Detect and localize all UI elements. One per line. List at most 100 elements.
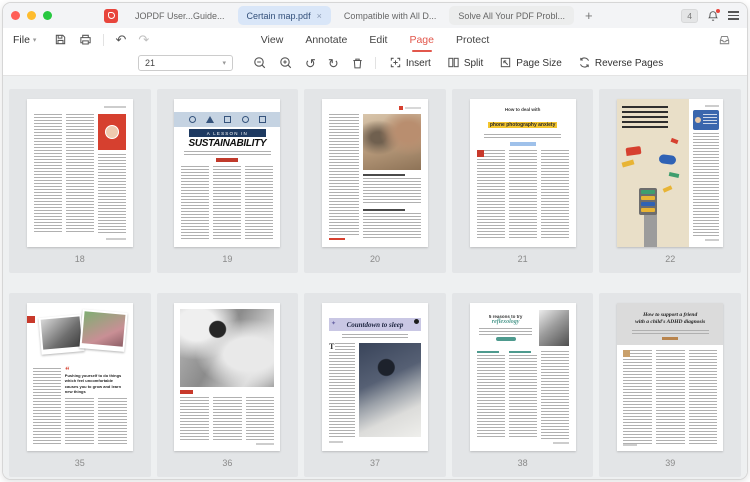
tab-compatible[interactable]: Compatible with All D... xyxy=(335,6,446,25)
text-column-placeholder xyxy=(656,350,685,444)
page-21-thumbnail[interactable]: How to deal with phone photography anxie… xyxy=(470,99,576,247)
menu-edit[interactable]: Edit xyxy=(369,34,387,46)
rotate-right-icon[interactable]: ↻ xyxy=(328,57,339,70)
tab-label: Certain map.pdf xyxy=(247,11,311,21)
split-button[interactable]: Split xyxy=(447,56,483,71)
confetti-green xyxy=(669,172,680,178)
page-toolbar: 21 ▾ ↺ ↻ Insert Split xyxy=(3,51,747,76)
file-menu-button[interactable]: File ▾ xyxy=(13,34,36,46)
page-cell-20[interactable]: 20 xyxy=(304,89,446,273)
page-19-thumbnail[interactable]: A LESSON IN SUSTAINABILITY xyxy=(174,99,280,247)
print-icon[interactable] xyxy=(79,33,92,46)
chevron-down-icon: ▾ xyxy=(33,36,37,44)
menu-protect[interactable]: Protect xyxy=(456,34,489,46)
redo-icon[interactable]: ↷ xyxy=(138,33,149,46)
menu-view[interactable]: View xyxy=(261,34,284,46)
app-logo-icon xyxy=(104,9,118,23)
page-22-thumbnail[interactable] xyxy=(617,99,723,247)
text-column-placeholder xyxy=(180,397,209,440)
close-window-button[interactable] xyxy=(11,11,20,20)
page-cell-35[interactable]: “ Pushing yourself to do things which fe… xyxy=(9,293,151,477)
subtitle-placeholder xyxy=(632,330,709,335)
save-icon[interactable] xyxy=(54,33,67,46)
page-36-thumbnail[interactable] xyxy=(174,303,280,451)
text-column-placeholder xyxy=(477,355,505,439)
text-column-placeholder xyxy=(65,398,94,445)
page-cell-38[interactable]: 5 reasons to try reflexology 3 xyxy=(452,293,594,477)
app-window: JOPDF User...Guide... Certain map.pdf × … xyxy=(2,2,748,480)
close-tab-icon[interactable]: × xyxy=(317,11,322,21)
delete-page-icon[interactable] xyxy=(351,57,364,70)
inbox-icon[interactable] xyxy=(718,33,731,46)
page-cell-18[interactable]: 18 xyxy=(9,89,151,273)
fullscreen-window-button[interactable] xyxy=(43,11,52,20)
text-column-placeholder xyxy=(477,150,505,239)
minimize-window-button[interactable] xyxy=(27,11,36,20)
page-footer-placeholder xyxy=(623,444,637,446)
rotate-left-icon[interactable]: ↺ xyxy=(305,57,316,70)
text-column-placeholder xyxy=(541,150,569,239)
text-column-placeholder xyxy=(689,350,718,444)
red-tag xyxy=(180,390,193,394)
teal-heading-placeholder xyxy=(477,351,499,353)
sleeping-photo xyxy=(359,343,421,437)
zoom-in-icon[interactable] xyxy=(279,56,293,70)
author-photo-box xyxy=(98,114,126,150)
quote-text-placeholder xyxy=(622,106,668,130)
page-cell-19[interactable]: A LESSON IN SUSTAINABILITY 19 xyxy=(157,89,299,273)
kitchen-photo xyxy=(180,309,274,387)
text-column-placeholder xyxy=(693,133,719,236)
tab-count-badge[interactable]: 4 xyxy=(681,9,698,23)
page-18-thumbnail[interactable] xyxy=(27,99,133,247)
blue-tag xyxy=(510,142,536,146)
hamburger-menu-icon[interactable] xyxy=(728,11,739,20)
pull-quote: Pushing yourself to do things which feel… xyxy=(65,373,127,395)
article-title-line2: with a child's ADHD diagnosis xyxy=(623,319,717,326)
page-37-thumbnail[interactable]: ✦ Countdown to sleep T xyxy=(322,303,428,451)
subtitle-placeholder xyxy=(184,151,271,155)
text-column-placeholder xyxy=(329,114,359,235)
page-number-label: 18 xyxy=(75,254,85,264)
text-column-placeholder xyxy=(245,166,273,239)
page-35-thumbnail[interactable]: “ Pushing yourself to do things which fe… xyxy=(27,303,133,451)
app-logo-glyph xyxy=(108,12,115,19)
page-number-label: 38 xyxy=(518,458,528,468)
page-38-thumbnail[interactable]: 5 reasons to try reflexology xyxy=(470,303,576,451)
page-39-thumbnail[interactable]: How to support a friend with a child's A… xyxy=(617,303,723,451)
red-rule xyxy=(329,238,345,240)
insert-button[interactable]: Insert xyxy=(389,56,431,71)
page-cell-37[interactable]: ✦ Countdown to sleep T 37 xyxy=(304,293,446,477)
toolbar-divider xyxy=(103,34,104,46)
tab-certain-map[interactable]: Certain map.pdf × xyxy=(238,6,331,25)
menu-page[interactable]: Page xyxy=(409,34,434,46)
title-band: ✦ Countdown to sleep xyxy=(329,318,421,331)
menu-annotate[interactable]: Annotate xyxy=(305,34,347,46)
page-footer-placeholder xyxy=(553,442,569,444)
drop-cap: T xyxy=(329,343,335,351)
notifications-bell-icon[interactable] xyxy=(707,10,719,22)
tab-solve-pdf[interactable]: Solve All Your PDF Probl... xyxy=(449,6,574,25)
page-size-icon xyxy=(499,56,512,71)
page-cell-39[interactable]: How to support a friend with a child's A… xyxy=(599,293,741,477)
page-number-label: 21 xyxy=(518,254,528,264)
page-cell-36[interactable]: 36 xyxy=(157,293,299,477)
page-size-button[interactable]: Page Size xyxy=(499,56,562,71)
page-cell-22[interactable]: 22 xyxy=(599,89,741,273)
page-footer-placeholder xyxy=(106,238,126,240)
text-column-placeholder xyxy=(33,368,61,445)
text-column-placeholder xyxy=(246,397,275,440)
reverse-pages-button[interactable]: Reverse Pages xyxy=(578,56,663,71)
article-eyebrow: A LESSON IN xyxy=(189,129,265,137)
page-20-thumbnail[interactable] xyxy=(322,99,428,247)
page-cell-21[interactable]: How to deal with phone photography anxie… xyxy=(452,89,594,273)
new-tab-button[interactable]: + xyxy=(578,8,600,23)
tab-label: JOPDF User...Guide... xyxy=(135,11,225,21)
page-number-select[interactable]: 21 ▾ xyxy=(138,55,233,71)
zoom-out-icon[interactable] xyxy=(253,56,267,70)
undo-icon[interactable]: ↶ xyxy=(115,33,126,46)
sustainability-icon-band xyxy=(174,112,280,127)
text-column-placeholder xyxy=(66,114,94,234)
text-column-placeholder xyxy=(623,350,652,444)
tab-label: Compatible with All D... xyxy=(344,11,437,21)
tab-user-guide[interactable]: JOPDF User...Guide... xyxy=(126,6,234,25)
